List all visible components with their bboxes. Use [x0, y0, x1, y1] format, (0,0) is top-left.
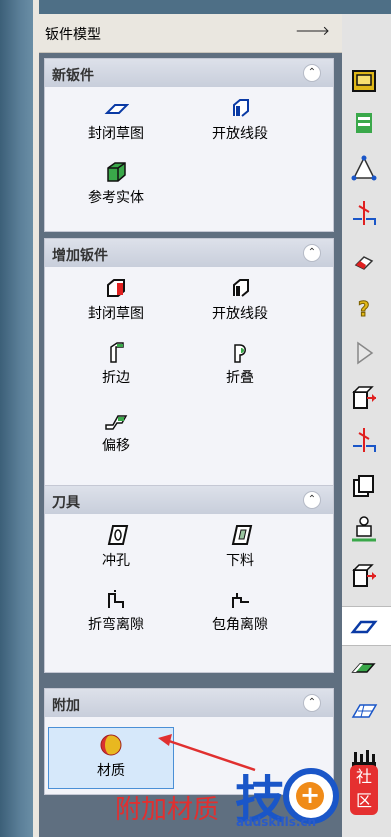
group-header[interactable]: 新钣件 ⌃ — [45, 59, 333, 87]
tool-label: 参考实体 — [88, 190, 144, 206]
tool-label: 开放线段 — [212, 126, 268, 142]
group-title: 刀具 — [52, 495, 80, 511]
tool-offset[interactable]: 偏移 — [61, 409, 171, 455]
panel-title: 钣件模型 — [45, 27, 101, 43]
group-title: 新钣件 — [52, 68, 94, 84]
cube-arrow-icon[interactable] — [350, 384, 378, 412]
cube-arrow-icon-2[interactable] — [350, 562, 378, 590]
collapse-icon[interactable]: ⌃ — [303, 491, 321, 509]
svg-text:?: ? — [358, 297, 370, 321]
group-title: 附加 — [52, 698, 80, 714]
tool-label: 封闭草图 — [88, 306, 144, 322]
open-segment-black-icon — [233, 279, 249, 297]
tool-label: 冲孔 — [102, 553, 130, 569]
tool-edge-flange[interactable]: 折边 — [61, 341, 171, 387]
punch-icon — [107, 525, 129, 545]
stack-icon[interactable] — [350, 472, 378, 500]
blank-icon — [231, 525, 253, 545]
tool-punch[interactable]: 冲孔 — [61, 524, 171, 570]
design-panel: 钣件模型 🡒 新钣件 ⌃ 封闭草图 开放线段 参考实体 增加钣件 ⌃ 封闭草图 — [39, 14, 342, 837]
tool-bend-relief[interactable]: 折弯离隙 — [61, 588, 171, 634]
offset-icon — [105, 415, 128, 430]
person-icon[interactable] — [350, 514, 378, 542]
split-icon-2[interactable] — [350, 426, 378, 454]
group-add-sheet: 增加钣件 ⌃ 封闭草图 开放线段 折边 折叠 偏移 — [44, 238, 334, 490]
bend-relief-icon — [108, 590, 124, 608]
logo-badge: 社区 — [350, 765, 378, 815]
edge-flange-icon — [110, 342, 124, 363]
annotation-text: 附加材质 — [115, 795, 220, 825]
tool-label: 下料 — [226, 553, 254, 569]
tool-fold[interactable]: 折叠 — [185, 341, 295, 387]
eraser-icon[interactable] — [350, 249, 378, 277]
group-header[interactable]: 附加 ⌃ — [45, 689, 333, 717]
triangle-network-icon[interactable] — [350, 154, 378, 182]
panel-header: 钣件模型 🡒 — [39, 14, 342, 53]
split-icon[interactable] — [350, 199, 378, 227]
corner-relief-icon — [232, 593, 249, 608]
group-header[interactable]: 刀具 ⌃ — [45, 486, 333, 514]
logo-plus-icon: + — [296, 782, 324, 810]
collapse-icon[interactable]: ⌃ — [303, 64, 321, 82]
layers-icon[interactable] — [350, 109, 378, 137]
tool-label: 折叠 — [226, 370, 254, 386]
group-tools: 刀具 ⌃ 冲孔 下料 折弯离隙 包角离隙 — [44, 485, 334, 673]
group-title: 增加钣件 — [52, 248, 108, 264]
tool-label: 折弯离隙 — [88, 617, 144, 633]
tool-label: 封闭草图 — [88, 126, 144, 142]
collapse-icon[interactable]: ⌃ — [303, 694, 321, 712]
play-icon[interactable] — [350, 339, 378, 367]
sheet-tab-active[interactable] — [342, 606, 391, 646]
tool-label: 包角离隙 — [212, 617, 268, 633]
tool-label: 开放线段 — [212, 306, 268, 322]
help-icon[interactable]: ? — [350, 294, 378, 322]
pin-icon[interactable]: 🡒 — [295, 23, 330, 39]
tool-corner-relief[interactable]: 包角离隙 — [185, 588, 295, 634]
tool-label: 偏移 — [102, 438, 130, 454]
fold-icon — [234, 344, 246, 363]
closed-sketch-icon — [104, 104, 129, 114]
tool-closed-sketch[interactable]: 封闭草图 — [61, 97, 171, 143]
open-segment-icon — [233, 99, 249, 117]
tool-label: 折边 — [102, 370, 130, 386]
sheet-icon — [350, 620, 378, 634]
tool-add-open-segment[interactable]: 开放线段 — [185, 277, 295, 323]
sheet-grid-icon[interactable] — [350, 697, 378, 725]
box-icon[interactable] — [350, 66, 378, 94]
tool-open-segment[interactable]: 开放线段 — [185, 97, 295, 143]
collapse-icon[interactable]: ⌃ — [303, 244, 321, 262]
group-header[interactable]: 增加钣件 ⌃ — [45, 239, 333, 267]
group-new-sheet: 新钣件 ⌃ 封闭草图 开放线段 参考实体 — [44, 58, 334, 232]
tool-blank[interactable]: 下料 — [185, 524, 295, 570]
material-sphere-icon — [100, 734, 122, 756]
sheet-edit-icon[interactable] — [350, 654, 378, 682]
right-toolbar: ? — [342, 14, 391, 837]
tool-add-closed-sketch[interactable]: 封闭草图 — [61, 277, 171, 323]
tool-reference-solid[interactable]: 参考实体 — [61, 161, 171, 207]
background-left — [0, 0, 33, 837]
watermark-site: addskills.cn — [236, 815, 317, 829]
closed-sketch-red-icon — [107, 279, 125, 297]
reference-solid-icon — [107, 162, 126, 182]
